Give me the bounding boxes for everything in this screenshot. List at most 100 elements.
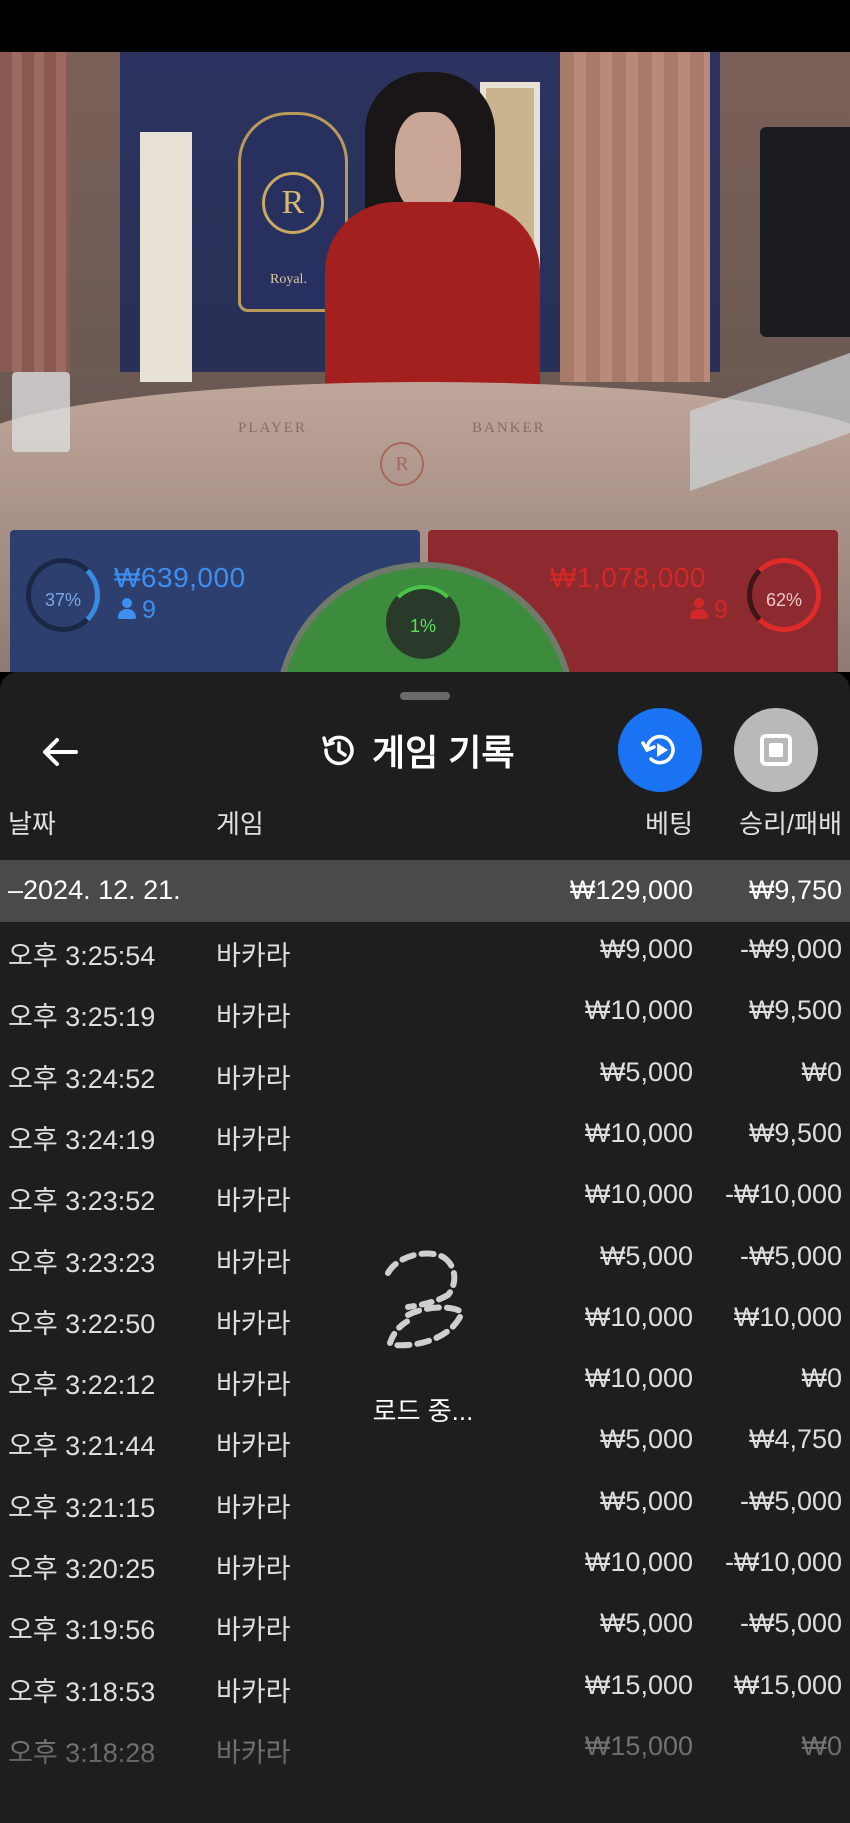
history-row[interactable]: 오후 3:25:54 바카라 ₩9,000 -₩9,000 [0, 922, 850, 983]
col-date-header: 날짜 [8, 809, 56, 839]
group-result-total: ₩9,750 [748, 875, 842, 905]
history-row[interactable]: 오후 3:23:52 바카라 ₩10,000 -₩10,000 [0, 1167, 850, 1228]
history-row[interactable]: 오후 3:20:25 바카라 ₩10,000 -₩10,000 [0, 1535, 850, 1596]
col-result-header: 승리/패배 [739, 809, 842, 839]
person-icon [690, 598, 708, 620]
row-result: -₩5,000 [739, 1240, 842, 1271]
spinner-icon [385, 1250, 463, 1349]
banker-percent: 62% [747, 558, 821, 632]
row-game: 바카라 [216, 1676, 291, 1707]
player-amount: ₩639,000 [114, 562, 246, 593]
row-game: 바카라 [216, 1615, 291, 1646]
player-count: 9 [118, 596, 156, 625]
stop-icon [760, 734, 792, 766]
row-game: 바카라 [216, 1124, 291, 1155]
curtain-right [560, 52, 710, 382]
player-count-value: 9 [142, 596, 156, 624]
group-date: –2024. 12. 21. [8, 875, 181, 905]
row-result: -₩10,000 [724, 1179, 842, 1210]
row-bet: ₩10,000 [584, 1301, 693, 1332]
banker-count-value: 9 [714, 596, 728, 624]
row-result: ₩0 [801, 1056, 843, 1087]
tie-percent: 1% [386, 585, 460, 659]
row-game: 바카라 [216, 1370, 291, 1401]
row-time: 오후 3:24:19 [8, 1124, 156, 1155]
row-time: 오후 3:21:44 [8, 1431, 156, 1462]
table-logo: R [380, 442, 424, 486]
row-result: ₩9,500 [748, 1117, 842, 1148]
history-row[interactable]: 오후 3:19:56 바카라 ₩5,000 -₩5,000 [0, 1596, 850, 1657]
arrow-left-icon [43, 738, 78, 766]
card-shoe [12, 372, 70, 452]
row-game: 바카라 [216, 1002, 291, 1033]
dealer [325, 202, 540, 412]
history-icon [322, 735, 354, 766]
row-game: 바카라 [216, 1186, 291, 1217]
loading-indicator: 로드 중... [368, 1235, 478, 1435]
player-percent: 37% [26, 558, 100, 632]
row-time: 오후 3:25:54 [8, 941, 156, 971]
sheet-grabber[interactable] [400, 692, 450, 700]
row-result: -₩5,000 [739, 1485, 842, 1516]
row-game: 바카라 [216, 1308, 291, 1339]
row-time: 오후 3:22:50 [8, 1308, 156, 1339]
table-banker-label: BANKER [472, 420, 546, 436]
replay-icon [641, 734, 675, 765]
row-result: ₩15,000 [733, 1669, 842, 1700]
row-time: 오후 3:25:19 [8, 1002, 156, 1033]
person-icon [118, 598, 136, 620]
row-bet: ₩10,000 [584, 1547, 693, 1577]
row-bet: ₩10,000 [584, 1117, 693, 1148]
row-bet: ₩9,000 [599, 934, 693, 964]
row-bet: ₩10,000 [584, 1363, 693, 1394]
pillar-left [140, 132, 192, 382]
row-game: 바카라 [216, 1492, 291, 1523]
row-bet: ₩15,000 [584, 1669, 693, 1700]
row-bet: ₩10,000 [584, 1179, 693, 1210]
row-bet: ₩5,000 [599, 1240, 693, 1271]
date-group-row[interactable]: –2024. 12. 21. ₩129,000 ₩9,750 [0, 860, 850, 922]
row-result: ₩4,750 [748, 1424, 842, 1455]
history-row[interactable]: 오후 3:24:52 바카라 ₩5,000 ₩0 [0, 1045, 850, 1106]
row-time: 오후 3:22:12 [8, 1370, 156, 1401]
stop-button[interactable] [734, 708, 818, 792]
banker-count: 9 [690, 596, 728, 625]
row-time: 오후 3:20:25 [8, 1554, 156, 1584]
back-button[interactable] [30, 722, 90, 782]
sheet-header: 게임 기록 [318, 720, 514, 780]
row-game: 바카라 [216, 941, 291, 971]
row-game: 바카라 [216, 1554, 291, 1584]
group-bet-total: ₩129,000 [569, 875, 693, 905]
row-game: 바카라 [216, 1063, 291, 1094]
scroll-fade [0, 1743, 850, 1823]
row-bet: ₩10,000 [584, 995, 693, 1026]
history-row[interactable]: 오후 3:21:15 바카라 ₩5,000 -₩5,000 [0, 1474, 850, 1535]
row-time: 오후 3:19:56 [8, 1615, 156, 1646]
table-header: 날짜 게임 베팅 승리/패배 [0, 800, 850, 844]
row-result: ₩9,500 [748, 995, 842, 1026]
row-time: 오후 3:24:52 [8, 1063, 156, 1094]
row-time: 오후 3:21:15 [8, 1492, 156, 1523]
row-result: ₩0 [801, 1363, 843, 1394]
table-player-label: PLAYER [238, 420, 307, 436]
crest-letter: R [262, 172, 324, 234]
row-time: 오후 3:18:53 [8, 1676, 156, 1707]
row-bet: ₩5,000 [599, 1608, 693, 1639]
history-row[interactable]: 오후 3:18:53 바카라 ₩15,000 ₩15,000 [0, 1658, 850, 1719]
row-game: 바카라 [216, 1247, 291, 1278]
row-result: -₩9,000 [739, 934, 842, 964]
row-bet: ₩5,000 [599, 1424, 693, 1455]
history-row[interactable]: 오후 3:24:19 바카라 ₩10,000 ₩9,500 [0, 1106, 850, 1167]
row-result: ₩10,000 [733, 1301, 842, 1332]
history-row[interactable]: 오후 3:25:19 바카라 ₩10,000 ₩9,500 [0, 983, 850, 1044]
row-result: -₩5,000 [739, 1608, 842, 1639]
replay-button[interactable] [618, 708, 702, 792]
status-bar [0, 0, 850, 52]
row-game: 바카라 [216, 1431, 291, 1462]
banker-amount: ₩1,078,000 [550, 562, 706, 593]
row-result: -₩10,000 [724, 1547, 842, 1577]
monitor [760, 127, 850, 337]
page-title: 게임 기록 [372, 732, 515, 773]
row-time: 오후 3:23:23 [8, 1247, 156, 1278]
crest-text: Royal. [270, 272, 307, 287]
